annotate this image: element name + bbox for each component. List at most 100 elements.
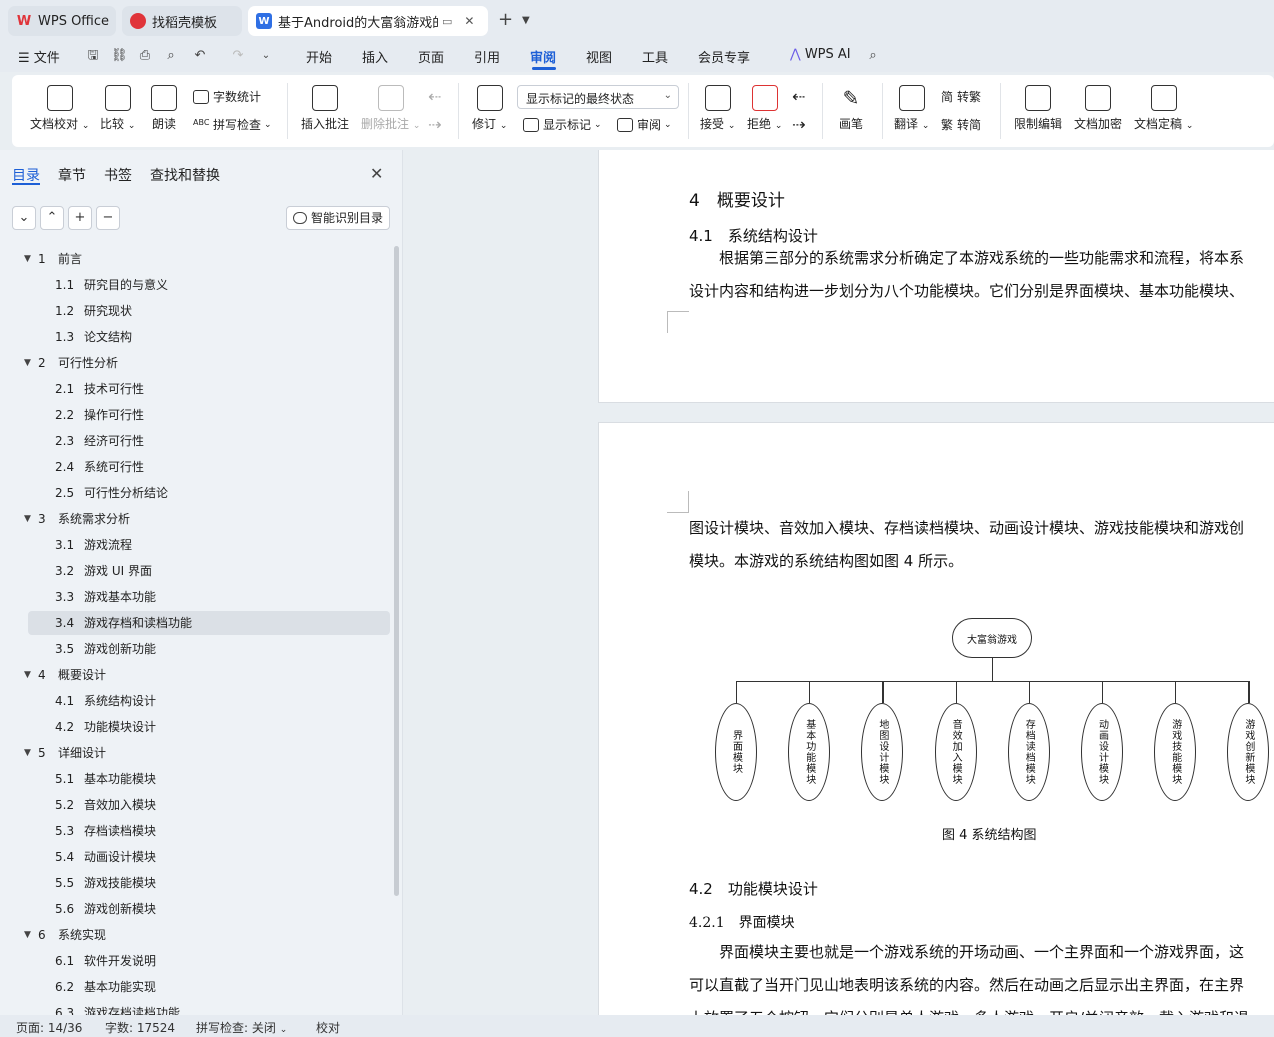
toc-item[interactable]: ▼ 5 详细设计: [0, 741, 394, 765]
toc-item[interactable]: 5.6 游戏创新模块: [0, 897, 394, 921]
tab-find-replace[interactable]: 查找和替换: [150, 165, 220, 185]
page-indicator[interactable]: 页面: 14/36: [16, 1019, 82, 1036]
next-change-button[interactable]: ⇢: [792, 115, 805, 134]
toc-item[interactable]: 5.5 游戏技能模块: [0, 871, 394, 895]
toc-item[interactable]: 3.2 游戏 UI 界面: [0, 559, 394, 583]
compare-button[interactable]: 比较 ⌄: [100, 85, 135, 132]
chevron-down-icon[interactable]: ▼: [522, 15, 530, 26]
review-pane-button[interactable]: 审阅 ⌄: [617, 116, 672, 133]
toc-item[interactable]: 6.2 基本功能实现: [0, 975, 394, 999]
monitor-icon[interactable]: ▭: [442, 15, 452, 28]
toc-item[interactable]: 4.1 系统结构设计: [0, 689, 394, 713]
toc-item[interactable]: 1.3 论文结构: [0, 325, 394, 349]
undo-icon[interactable]: ↶: [192, 48, 208, 64]
insert-comment-button[interactable]: 插入批注: [301, 85, 349, 132]
prev-change-button[interactable]: ⇠: [792, 87, 805, 106]
toc-scrollbar[interactable]: [394, 246, 399, 896]
link-icon[interactable]: ⛓: [111, 48, 128, 64]
prev-comment-button[interactable]: ⇠: [428, 87, 441, 106]
toc-item[interactable]: ▼ 1 前言: [0, 247, 394, 271]
toc-item[interactable]: 3.3 游戏基本功能: [0, 585, 394, 609]
heading-4-2[interactable]: 4.2 功能模块设计: [689, 878, 818, 899]
tab-bookmarks[interactable]: 书签: [104, 165, 132, 185]
smart-toc-button[interactable]: 智能识别目录: [286, 206, 390, 230]
menu-view[interactable]: 视图: [586, 47, 612, 66]
paragraph-line[interactable]: 根据第三部分的系统需求分析确定了本游戏系统的一些功能需求和流程，将本系: [689, 242, 1244, 275]
expand-arrow-icon[interactable]: ▼: [24, 247, 31, 271]
translate-button[interactable]: 翻译 ⌄: [894, 85, 929, 132]
expand-arrow-icon[interactable]: ▼: [24, 663, 31, 687]
expand-arrow-icon[interactable]: ▼: [24, 507, 31, 531]
toc-item[interactable]: ▼ 6 系统实现: [0, 923, 394, 947]
expand-arrow-icon[interactable]: ▼: [24, 923, 31, 947]
toc-item[interactable]: 6.1 软件开发说明: [0, 949, 394, 973]
markup-state-select[interactable]: 显示标记的最终状态 ⌄: [517, 85, 679, 109]
restrict-edit-button[interactable]: 限制编辑: [1014, 85, 1062, 132]
wps-ai-button[interactable]: ⋀ WPS AI: [790, 47, 851, 62]
accept-button[interactable]: 接受 ⌄: [700, 85, 735, 132]
toc-item[interactable]: 3.5 游戏创新功能: [0, 637, 394, 661]
redo-icon[interactable]: ↷: [230, 48, 246, 64]
menu-insert[interactable]: 插入: [362, 47, 388, 66]
paragraph-line[interactable]: 上放置了五个按钮，它们分别是单人游戏、多人游戏、开启/关闭音效、载入游戏和退: [689, 1002, 1249, 1015]
new-tab-icon[interactable]: +: [498, 9, 513, 30]
heading-4[interactable]: 4 概要设计: [689, 186, 785, 211]
print-preview-icon[interactable]: ⌕: [163, 48, 179, 64]
doc-check-button[interactable]: 文档校对 ⌄: [30, 85, 89, 132]
more-chevron-icon[interactable]: ⌄: [258, 48, 274, 64]
menu-membership[interactable]: 会员专享: [698, 47, 750, 66]
reject-button[interactable]: 拒绝 ⌄: [747, 85, 782, 132]
show-markup-button[interactable]: 显示标记 ⌄: [523, 116, 602, 133]
spell-check-indicator[interactable]: 拼写检查: 关闭 ⌄: [196, 1019, 287, 1036]
menu-home[interactable]: 开始: [306, 47, 332, 66]
remove-heading-button[interactable]: −: [96, 206, 120, 230]
menu-review[interactable]: 审阅: [530, 47, 556, 66]
toc-item[interactable]: 6.3 游戏存档读档功能: [0, 1001, 394, 1015]
toc-item[interactable]: 5.1 基本功能模块: [0, 767, 394, 791]
toc-item[interactable]: 5.4 动画设计模块: [0, 845, 394, 869]
expand-all-button[interactable]: ⌄: [12, 206, 36, 230]
paragraph-line[interactable]: 图设计模块、音效加入模块、存档读档模块、动画设计模块、游戏技能模块和游戏创: [689, 512, 1244, 545]
paragraph-line[interactable]: 可以直截了当开门见山地表明该系统的内容。然后在动画之后显示出主界面，在主界: [689, 969, 1244, 1002]
paragraph-line[interactable]: 界面模块主要也就是一个游戏系统的开场动画、一个主界面和一个游戏界面，这: [689, 936, 1244, 969]
tab-wps-office[interactable]: W WPS Office: [8, 6, 116, 36]
pen-button[interactable]: ✎ 画笔: [838, 85, 864, 132]
tab-chapters[interactable]: 章节: [58, 165, 86, 185]
encrypt-button[interactable]: 文档加密: [1074, 85, 1122, 132]
read-aloud-button[interactable]: 朗读: [151, 85, 177, 132]
tab-toc[interactable]: 目录: [12, 165, 40, 185]
toc-item[interactable]: 5.2 音效加入模块: [0, 793, 394, 817]
word-count-button[interactable]: 字数统计: [193, 88, 261, 105]
toc-item[interactable]: 1.1 研究目的与意义: [0, 273, 394, 297]
to-simplified-button[interactable]: 繁 转简: [941, 116, 981, 133]
to-traditional-button[interactable]: 简 转繁: [941, 88, 981, 105]
word-count-indicator[interactable]: 字数: 17524: [105, 1019, 175, 1036]
finalize-button[interactable]: 文档定稿 ⌄: [1134, 85, 1193, 132]
menu-tools[interactable]: 工具: [642, 47, 668, 66]
heading-4-2-1[interactable]: 4.2.1 界面模块: [689, 912, 795, 932]
collapse-button[interactable]: ⌃: [40, 206, 64, 230]
toc-item[interactable]: 5.3 存档读档模块: [0, 819, 394, 843]
toc-item[interactable]: 3.1 游戏流程: [0, 533, 394, 557]
toc-item[interactable]: 2.2 操作可行性: [0, 403, 394, 427]
toc-item[interactable]: 1.2 研究现状: [0, 299, 394, 323]
proofread-indicator[interactable]: 校对: [316, 1019, 340, 1036]
toc-item[interactable]: 4.2 功能模块设计: [0, 715, 394, 739]
toc-item[interactable]: 2.1 技术可行性: [0, 377, 394, 401]
file-menu[interactable]: ☰ 文件: [18, 47, 60, 66]
menu-page[interactable]: 页面: [418, 47, 444, 66]
delete-comment-button[interactable]: 删除批注 ⌄: [361, 85, 420, 132]
search-icon[interactable]: ⌕: [865, 48, 881, 64]
tab-current-document[interactable]: W 基于Android的大富翁游戏的设 ▭ ✕: [248, 6, 488, 36]
spell-check-button[interactable]: ABC 拼写检查 ⌄: [193, 116, 272, 133]
print-icon[interactable]: ⎙: [137, 48, 153, 64]
expand-arrow-icon[interactable]: ▼: [24, 351, 31, 375]
tab-docer-templates[interactable]: 找稻壳模板: [122, 6, 242, 36]
toc-item[interactable]: ▼ 3 系统需求分析: [0, 507, 394, 531]
paragraph-line[interactable]: 设计内容和结构进一步划分为八个功能模块。它们分别是界面模块、基本功能模块、: [689, 275, 1244, 308]
toc-item[interactable]: 2.3 经济可行性: [0, 429, 394, 453]
close-icon[interactable]: ✕: [464, 14, 474, 28]
add-heading-button[interactable]: +: [68, 206, 92, 230]
menu-references[interactable]: 引用: [474, 47, 500, 66]
toc-item[interactable]: 2.5 可行性分析结论: [0, 481, 394, 505]
